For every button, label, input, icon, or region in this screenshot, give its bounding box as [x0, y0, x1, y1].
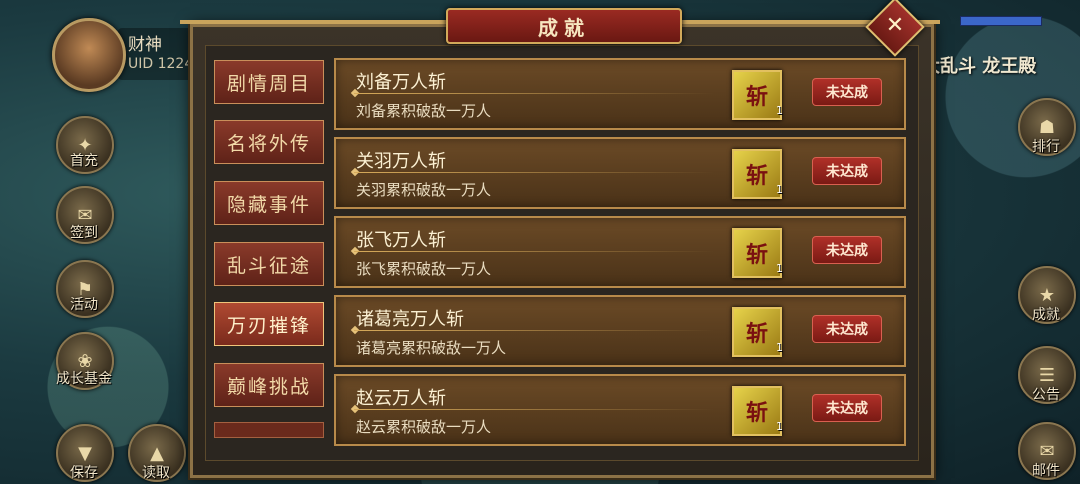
achievement-title: 诸葛亮万人斩	[356, 309, 464, 330]
row-divider	[354, 93, 714, 94]
achievement-desc: 关羽累积破敌一万人	[356, 181, 492, 199]
status-badge[interactable]: 未达成	[812, 315, 882, 343]
tab-hidden-events[interactable]: 隐藏事件	[214, 181, 324, 225]
reward-quantity: 1	[776, 341, 783, 354]
tab-blade-assault[interactable]: 万刃摧锋	[214, 302, 324, 346]
achievement-title: 关羽万人斩	[356, 151, 446, 172]
tab-list-overflow	[214, 422, 324, 438]
energy-bar	[960, 16, 1042, 26]
status-badge[interactable]: 未达成	[812, 236, 882, 264]
status-badge[interactable]: 未达成	[812, 78, 882, 106]
reward-item[interactable]: 斩	[732, 228, 782, 278]
activity-label: 活动	[70, 297, 98, 313]
mode-label: 大乱斗 龙王殿	[922, 56, 1037, 77]
row-divider	[354, 251, 714, 252]
kill-token-icon: 斩	[745, 322, 768, 347]
panel-title: 成就	[538, 15, 590, 40]
load-label: 读取	[142, 465, 170, 481]
achievement-desc: 张飞累积破敌一万人	[356, 260, 492, 278]
rank-label: 排行	[1032, 139, 1060, 155]
close-icon[interactable]: ✕	[874, 6, 916, 44]
row-divider	[354, 172, 714, 173]
reward-item[interactable]: 斩	[732, 307, 782, 357]
title-ornament-left	[180, 20, 446, 24]
achievement-row: 关羽万人斩 关羽累积破敌一万人 斩 1 未达成	[334, 137, 906, 209]
tab-generals[interactable]: 名将外传	[214, 120, 324, 164]
tab-story[interactable]: 剧情周目	[214, 60, 324, 104]
notice-label: 公告	[1032, 387, 1060, 403]
reward-item[interactable]: 斩	[732, 149, 782, 199]
reward-item[interactable]: 斩	[732, 70, 782, 120]
achievement-row: 张飞万人斩 张飞累积破敌一万人 斩 1 未达成	[334, 216, 906, 288]
achievement-row: 刘备万人斩 刘备累积破敌一万人 斩 1 未达成	[334, 58, 906, 130]
achievement-title: 赵云万人斩	[356, 388, 446, 409]
sign-in-label: 签到	[70, 225, 98, 241]
achievement-row: 诸葛亮万人斩 诸葛亮累积破敌一万人 斩 1 未达成	[334, 295, 906, 367]
first-recharge-label: 首充	[70, 153, 98, 169]
achievement-desc: 诸葛亮累积破敌一万人	[356, 339, 507, 357]
row-divider	[354, 330, 714, 331]
save-label: 保存	[70, 465, 98, 481]
reward-quantity: 1	[776, 420, 783, 433]
kill-token-icon: 斩	[745, 85, 768, 110]
tab-melee-journey[interactable]: 乱斗征途	[214, 242, 324, 286]
kill-token-icon: 斩	[745, 243, 768, 268]
panel-title-banner: 成就	[446, 8, 682, 44]
status-badge[interactable]: 未达成	[812, 157, 882, 185]
achievement-desc: 赵云累积破敌一万人	[356, 418, 492, 436]
player-avatar[interactable]	[52, 18, 126, 92]
achievement-title: 张飞万人斩	[356, 230, 446, 251]
tab-peak-challenge[interactable]: 巅峰挑战	[214, 363, 324, 407]
growth-fund-label: 成长基金	[56, 371, 112, 387]
reward-item[interactable]: 斩	[732, 386, 782, 436]
achievement-row: 赵云万人斩 赵云累积破敌一万人 斩 1 未达成	[334, 374, 906, 446]
player-name: 财神	[128, 35, 162, 55]
reward-quantity: 1	[776, 104, 783, 117]
reward-quantity: 1	[776, 183, 783, 196]
row-divider	[354, 409, 714, 410]
achievement-label: 成就	[1032, 307, 1060, 323]
achievement-title: 刘备万人斩	[356, 72, 446, 93]
status-badge[interactable]: 未达成	[812, 394, 882, 422]
reward-quantity: 1	[776, 262, 783, 275]
mail-label: 邮件	[1032, 463, 1060, 479]
kill-token-icon: 斩	[745, 401, 768, 426]
achievement-desc: 刘备累积破敌一万人	[356, 102, 492, 120]
kill-token-icon: 斩	[745, 164, 768, 189]
